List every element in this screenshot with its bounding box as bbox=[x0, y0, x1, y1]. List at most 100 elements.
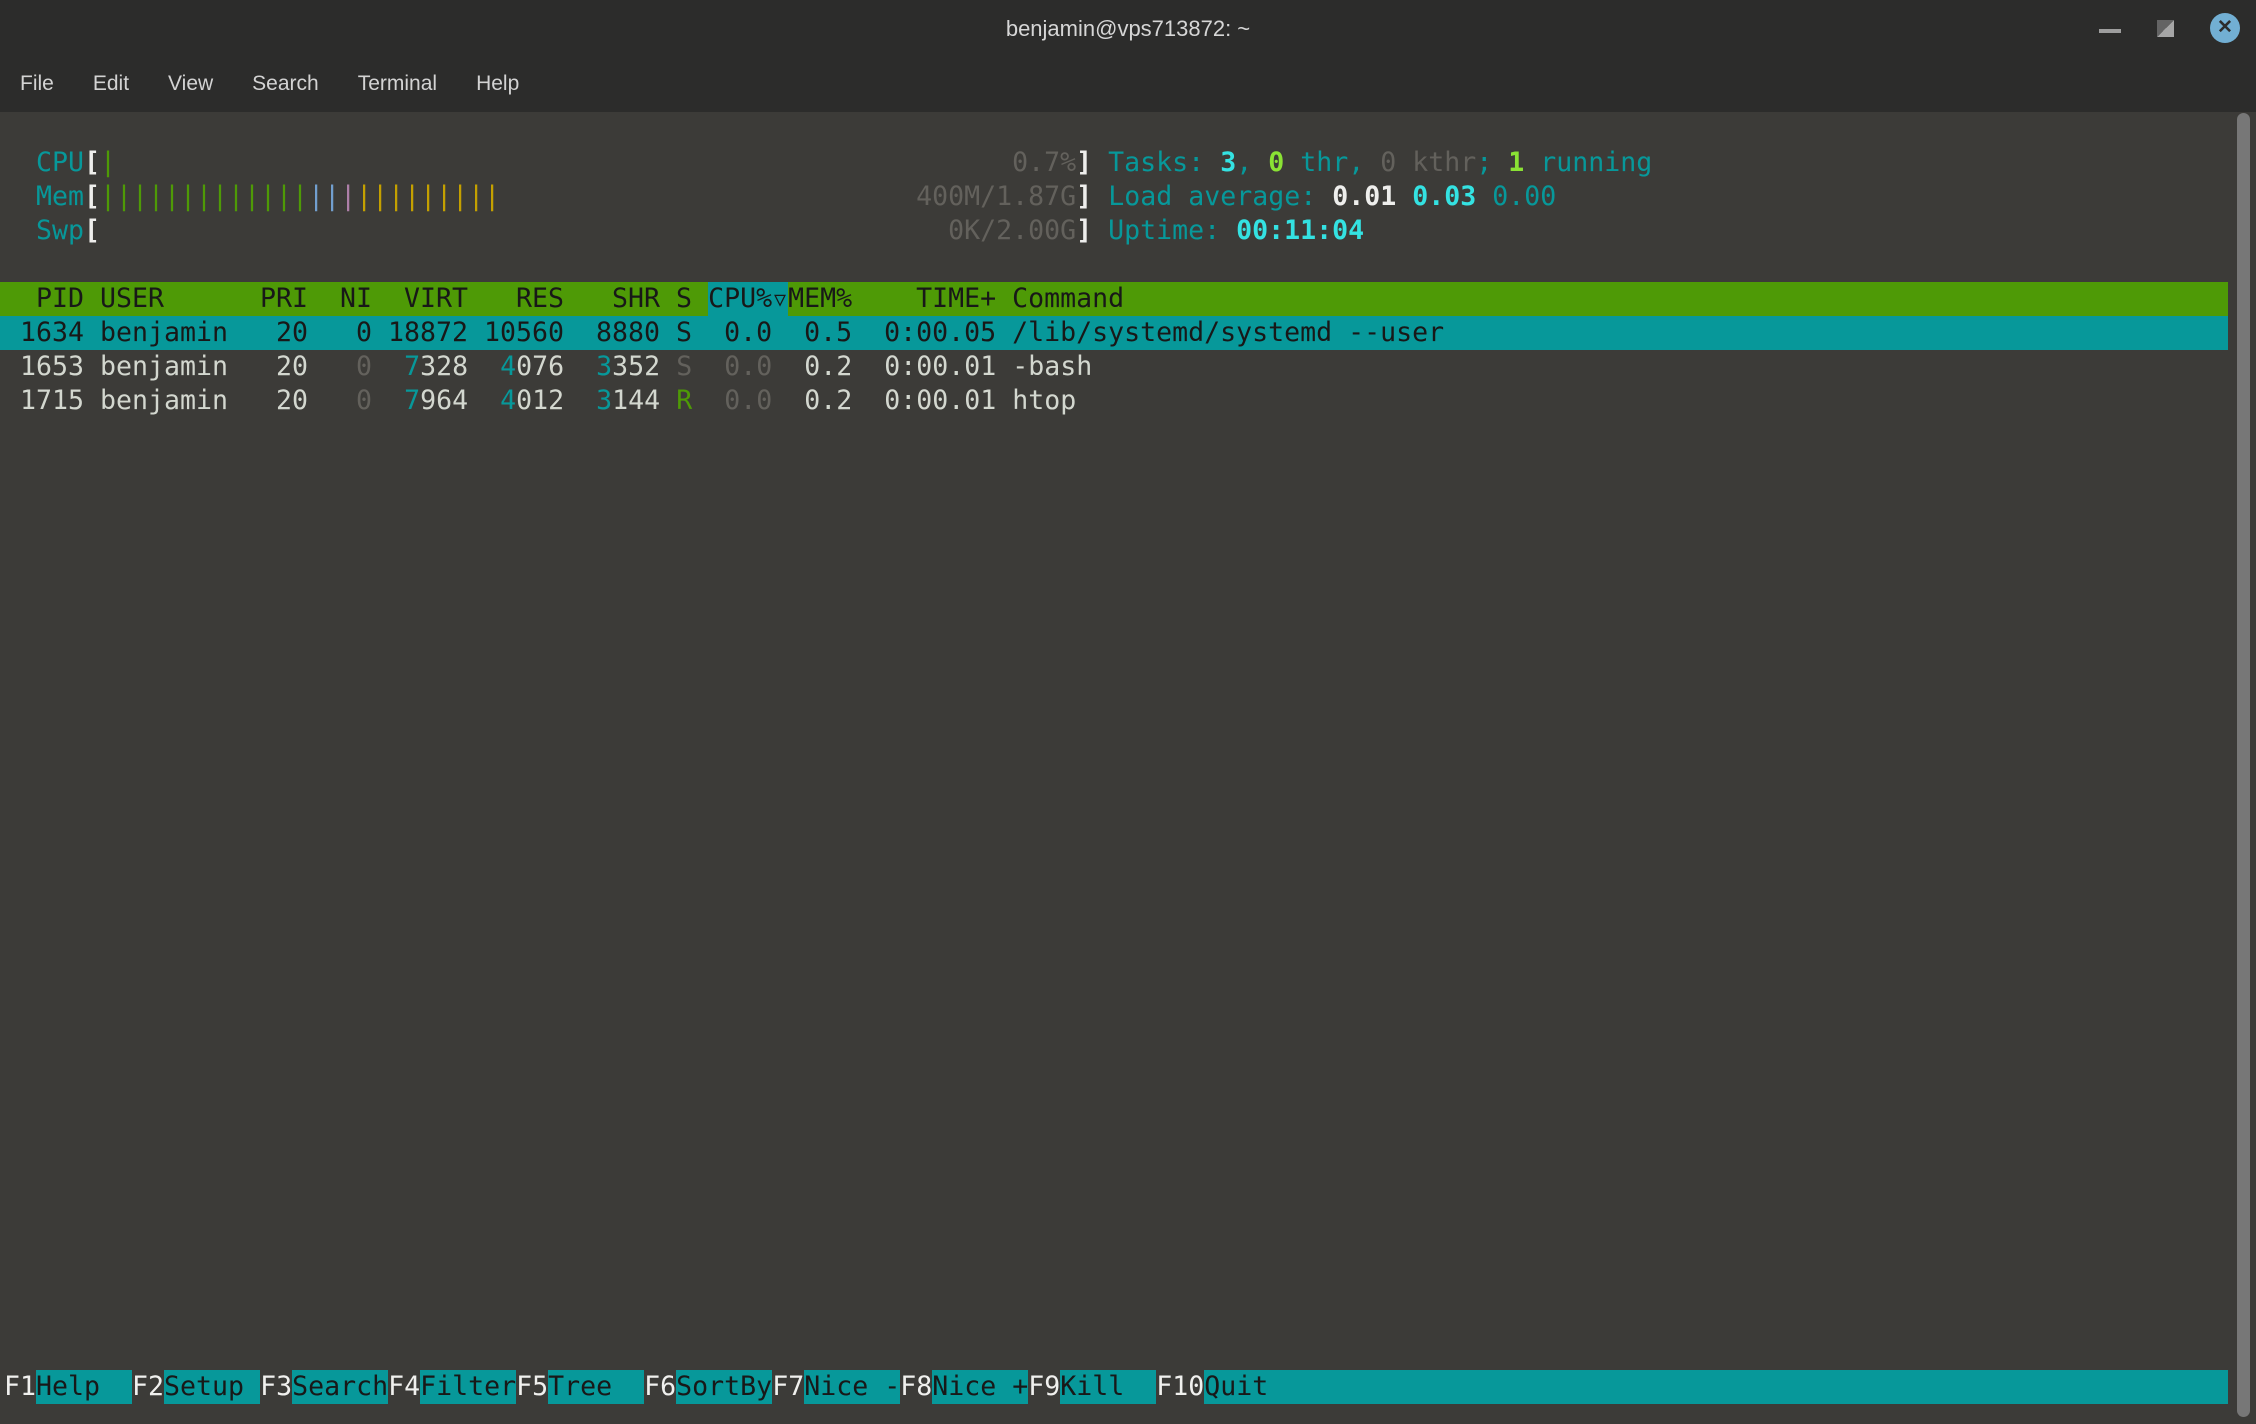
menu-item-help[interactable]: Help bbox=[470, 70, 525, 98]
window-controls: ✕ bbox=[2099, 0, 2240, 56]
process-table-header[interactable]: PID USER PRI NI VIRT RES SHR S CPU%▽MEM%… bbox=[0, 282, 2228, 316]
window-chrome: benjamin@vps713872: ~ ✕ File Edit View Sear… bbox=[0, 0, 2256, 112]
text-segment: Uptime: bbox=[1108, 215, 1236, 246]
text-segment: 0 bbox=[324, 385, 372, 416]
close-icon: ✕ bbox=[2217, 13, 2233, 43]
text-segment bbox=[660, 385, 676, 416]
text-segment: 00:11:04 bbox=[1236, 215, 1364, 246]
text-segment: ||||||||| bbox=[356, 181, 500, 212]
fnlabel-filter[interactable]: Filter bbox=[420, 1370, 516, 1404]
text-segment: , bbox=[1236, 147, 1268, 178]
scrollbar-thumb[interactable] bbox=[2237, 113, 2250, 1417]
text-segment: 1653 benjamin 20 bbox=[4, 351, 324, 382]
fnlabel-help[interactable]: Help bbox=[36, 1370, 132, 1404]
text-segment bbox=[1476, 181, 1492, 212]
fnkey-F7[interactable]: F7 bbox=[772, 1370, 804, 1404]
text-segment: 0 bbox=[324, 351, 372, 382]
process-row[interactable]: 1653 benjamin 20 0 7328 4076 3352 S 0.0 … bbox=[0, 350, 1092, 384]
text-segment: 400M/1.87G bbox=[916, 181, 1076, 212]
text-segment: | bbox=[340, 181, 356, 212]
text-segment: 3 bbox=[596, 351, 612, 382]
text-segment: ||||||||||||| bbox=[100, 181, 308, 212]
sort-descending-icon: ▽ bbox=[772, 282, 788, 316]
fnlabel-setup[interactable]: Setup bbox=[164, 1370, 260, 1404]
text-segment bbox=[564, 351, 596, 382]
menu-item-view[interactable]: View bbox=[162, 70, 219, 98]
menu-item-terminal[interactable]: Terminal bbox=[352, 70, 443, 98]
fnlabel-sortby[interactable]: SortBy bbox=[676, 1370, 772, 1404]
fnkey-F8[interactable]: F8 bbox=[900, 1370, 932, 1404]
minimize-icon bbox=[2099, 29, 2121, 33]
fnlabel-kill[interactable]: Kill bbox=[1060, 1370, 1156, 1404]
fnkey-F9[interactable]: F9 bbox=[1028, 1370, 1060, 1404]
text-segment: 0.01 bbox=[1332, 181, 1396, 212]
minimize-button[interactable] bbox=[2099, 23, 2121, 33]
close-button[interactable]: ✕ bbox=[2210, 13, 2240, 43]
window-title: benjamin@vps713872: ~ bbox=[0, 0, 2256, 56]
text-segment: ] bbox=[1076, 181, 1092, 212]
text-segment: [ bbox=[84, 147, 100, 178]
menu-item-edit[interactable]: Edit bbox=[87, 70, 135, 98]
text-segment: Load average: bbox=[1108, 181, 1332, 212]
text-segment: 0 kthr bbox=[1380, 147, 1476, 178]
text-segment: 0K/2.00G bbox=[948, 215, 1076, 246]
text-segment bbox=[1092, 181, 1108, 212]
text-segment: R bbox=[676, 385, 692, 416]
text-segment bbox=[660, 351, 676, 382]
text-segment: htop bbox=[996, 385, 1076, 416]
fnlabel-quit[interactable]: Quit bbox=[1204, 1370, 2228, 1404]
column-headers: MEM% TIME+ Command bbox=[788, 282, 1124, 316]
text-segment: 3 bbox=[1220, 147, 1236, 178]
text-segment: 7 bbox=[404, 385, 420, 416]
text-segment: 352 bbox=[612, 351, 660, 382]
text-segment: | bbox=[100, 147, 116, 178]
text-segment: Swp bbox=[4, 215, 84, 246]
text-segment bbox=[116, 147, 1012, 178]
fnkey-F4[interactable]: F4 bbox=[388, 1370, 420, 1404]
text-segment: [ bbox=[84, 215, 100, 246]
text-segment bbox=[100, 215, 948, 246]
text-segment bbox=[1092, 215, 1108, 246]
fnlabel-nice-[interactable]: Nice + bbox=[932, 1370, 1028, 1404]
text-segment bbox=[372, 385, 404, 416]
text-segment: ; bbox=[1476, 147, 1508, 178]
text-segment: 3 bbox=[596, 385, 612, 416]
fnkey-F5[interactable]: F5 bbox=[516, 1370, 548, 1404]
menu-bar: File Edit View Search Terminal Help bbox=[0, 56, 2256, 112]
text-segment bbox=[372, 351, 404, 382]
text-segment bbox=[564, 385, 596, 416]
fnlabel-search[interactable]: Search bbox=[292, 1370, 388, 1404]
fnkey-F10[interactable]: F10 bbox=[1156, 1370, 1204, 1404]
text-segment bbox=[1092, 147, 1108, 178]
fnkey-F2[interactable]: F2 bbox=[132, 1370, 164, 1404]
text-segment: 076 bbox=[516, 351, 564, 382]
text-segment: 0:00.01 bbox=[852, 385, 996, 416]
text-segment: -bash bbox=[996, 351, 1092, 382]
swp-meter-line: Swp[ 0K/2.00G] Uptime: 00:11:04 bbox=[0, 214, 1364, 248]
fnkey-F6[interactable]: F6 bbox=[644, 1370, 676, 1404]
text-segment bbox=[500, 181, 916, 212]
fnlabel-nice-[interactable]: Nice - bbox=[804, 1370, 900, 1404]
text-segment: 0.03 bbox=[1412, 181, 1476, 212]
mem-meter-line: Mem[||||||||||||||||||||||||| 400M/1.87G… bbox=[0, 180, 1556, 214]
titlebar[interactable]: benjamin@vps713872: ~ ✕ bbox=[0, 0, 2256, 56]
menu-item-file[interactable]: File bbox=[14, 70, 60, 98]
text-segment: 0.7% bbox=[1012, 147, 1076, 178]
maximize-button[interactable] bbox=[2157, 20, 2174, 37]
fnlabel-tree[interactable]: Tree bbox=[548, 1370, 644, 1404]
text-segment: 7 bbox=[404, 351, 420, 382]
text-segment: 0.00 bbox=[1492, 181, 1556, 212]
text-segment: 1 bbox=[1508, 147, 1524, 178]
process-row-selected[interactable]: 1634 benjamin 20 0 18872 10560 8880 S 0.… bbox=[0, 316, 2228, 350]
text-segment: 328 bbox=[420, 351, 468, 382]
text-segment: Tasks: bbox=[1108, 147, 1220, 178]
text-segment: ] bbox=[1076, 147, 1092, 178]
fnkey-F3[interactable]: F3 bbox=[260, 1370, 292, 1404]
terminal-screen[interactable]: CPU[| 0.7%] Tasks: 3, 0 thr, 0 kthr; 1 r… bbox=[0, 112, 2256, 1424]
fnkey-F1[interactable]: F1 bbox=[4, 1370, 36, 1404]
text-segment: 1634 benjamin 20 0 18872 10560 8880 S 0.… bbox=[4, 316, 1444, 350]
process-row[interactable]: 1715 benjamin 20 0 7964 4012 3144 R 0.0 … bbox=[0, 384, 1076, 418]
menu-item-search[interactable]: Search bbox=[246, 70, 325, 98]
function-key-bar: F1Help F2Setup F3SearchF4FilterF5Tree F6… bbox=[0, 1370, 2228, 1404]
text-segment: 0.2 bbox=[772, 351, 852, 382]
